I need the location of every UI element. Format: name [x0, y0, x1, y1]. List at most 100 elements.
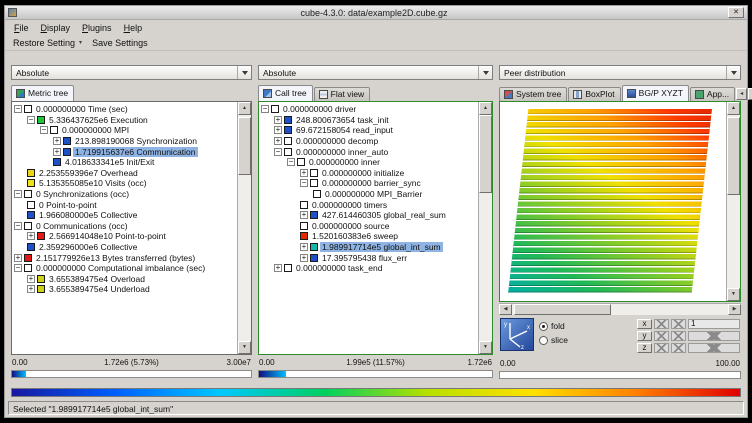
menu-plugins[interactable]: Plugins [76, 22, 118, 34]
tree-expander[interactable]: − [274, 148, 282, 156]
dim-spin-cell[interactable] [671, 319, 686, 329]
tree-item-label[interactable]: 0.000000000 source [310, 221, 392, 231]
tree-expander[interactable]: − [27, 116, 35, 124]
tab-metric-tree[interactable]: Metric tree [11, 85, 74, 101]
topology-canvas[interactable] [500, 102, 726, 301]
scroll-up-button[interactable]: ▲ [727, 102, 740, 115]
tree-expander[interactable]: + [300, 254, 308, 262]
scroll-down-button[interactable]: ▼ [479, 341, 492, 354]
tab-scroll-left-button[interactable]: ◂ [736, 88, 747, 100]
tree-expander[interactable]: + [300, 243, 308, 251]
tree-item-label[interactable]: 0.000000000 driver [281, 104, 358, 114]
tree-expander[interactable]: − [14, 222, 22, 230]
dim-value-cell[interactable]: 1 [688, 319, 740, 329]
call-tree[interactable]: − 0.000000000 driver +248.800673654 task_i… [259, 102, 478, 354]
tree-item-label[interactable]: 0 Synchronizations (occ) [34, 189, 131, 199]
tree-item-label[interactable]: 213.898190068 Synchronization [73, 136, 199, 146]
tree-expander[interactable]: + [53, 148, 61, 156]
call-vertical-scrollbar[interactable]: ▲ ▼ [478, 102, 492, 354]
dim-spin-cell[interactable] [654, 331, 669, 341]
tree-item-label[interactable]: 2.253559396e7 Overhead [37, 168, 140, 178]
tree-item-label[interactable]: 3.655389475e4 Underload [47, 284, 152, 294]
tree-item-label[interactable]: 5.135355085e10 Visits (occ) [37, 178, 149, 188]
tree-item-label[interactable]: 2.566914048e10 Point-to-point [47, 231, 168, 241]
tree-expander[interactable]: + [300, 211, 308, 219]
tree-item-label[interactable]: 427.614460305 global_real_sum [320, 210, 448, 220]
scrollbar-thumb[interactable] [479, 115, 492, 193]
tree-expander[interactable]: − [287, 158, 295, 166]
tree-item-label[interactable]: 0.000000000 inner_auto [294, 147, 390, 157]
menu-display[interactable]: Display [35, 22, 77, 34]
slice-radio[interactable] [539, 336, 548, 345]
close-button[interactable]: ✕ [728, 7, 744, 18]
scrollbar-thumb[interactable] [727, 117, 740, 195]
tab-call-tree[interactable]: Call tree [258, 85, 313, 101]
tab-system-tree[interactable]: System tree [499, 87, 567, 101]
scrollbar-track[interactable] [479, 115, 492, 341]
metric-value-mode-combobox[interactable]: Absolute [11, 65, 252, 80]
tree-expander[interactable]: + [274, 116, 282, 124]
toolbar-save-settings-button[interactable]: Save Settings [88, 37, 152, 49]
tree-expander[interactable]: + [274, 264, 282, 272]
dim-button-y[interactable]: y [637, 331, 652, 341]
scrollbar-track[interactable] [238, 115, 251, 341]
tree-expander[interactable]: − [14, 264, 22, 272]
tree-item-label[interactable]: 2.359296000e6 Collective [37, 242, 139, 252]
tab-scroll-right-button[interactable]: ▸ [748, 88, 752, 100]
tree-expander[interactable]: + [27, 275, 35, 283]
tree-expander[interactable]: + [53, 137, 61, 145]
tree-expander[interactable]: − [40, 126, 48, 134]
tree-item-label[interactable]: 2.151779926e13 Bytes transferred (bytes) [34, 253, 197, 263]
tree-item-label[interactable]: 0.000000000 initialize [320, 168, 406, 178]
tree-item-label[interactable]: 1.966080000e5 Collective [37, 210, 139, 220]
tree-item-label[interactable]: 0.000000000 task_end [294, 263, 385, 273]
tree-expander[interactable]: + [14, 254, 22, 262]
tree-item-label[interactable]: 69.672158054 read_input [294, 125, 395, 135]
tree-item-label[interactable]: 0.000000000 Computational imbalance (sec… [34, 263, 207, 273]
topology-view[interactable]: ▲ ▼ [499, 101, 741, 302]
tree-item-label[interactable]: 0.000000000 Time (sec) [34, 104, 130, 114]
tree-expander[interactable]: − [14, 190, 22, 198]
fold-option[interactable]: fold [539, 321, 568, 331]
tree-item-label[interactable]: 0.000000000 barrier_sync [320, 178, 423, 188]
dim-button-z[interactable]: z [637, 343, 652, 353]
tree-item-label[interactable]: 1.719915637e6 Communication [73, 147, 198, 157]
tree-item-label[interactable]: 5.336437625e6 Execution [47, 115, 150, 125]
tab-app[interactable]: App... [690, 87, 735, 101]
tree-item-label[interactable]: 248.800673654 task_init [294, 115, 391, 125]
scrollbar-thumb[interactable] [238, 117, 251, 175]
metric-tree[interactable]: −0.000000000 Time (sec)−5.336437625e6 Ex… [12, 102, 237, 354]
tree-expander[interactable]: − [261, 105, 269, 113]
scrollbar-thumb[interactable] [514, 304, 611, 315]
tree-item-label[interactable]: 0 Point-to-point [37, 200, 99, 210]
topology-horizontal-scrollbar[interactable]: ◀ ▶ [499, 303, 741, 315]
tree-expander[interactable]: + [274, 126, 282, 134]
tab-bg-p-xyzt[interactable]: BG/P XYZT [622, 85, 689, 101]
tree-expander[interactable]: − [14, 105, 22, 113]
tree-expander[interactable]: + [27, 232, 35, 240]
dim-spin-cell[interactable] [671, 331, 686, 341]
scroll-up-button[interactable]: ▲ [238, 102, 251, 115]
menu-file[interactable]: File [8, 22, 35, 34]
topology-vertical-scrollbar[interactable]: ▲ ▼ [726, 102, 740, 301]
dim-value-cell[interactable] [688, 343, 740, 353]
dim-spin-cell[interactable] [671, 343, 686, 353]
scroll-left-button[interactable]: ◀ [499, 304, 512, 315]
fold-radio[interactable] [539, 322, 548, 331]
xyz-axes-icon[interactable]: xyz [500, 318, 534, 351]
scrollbar-track[interactable] [512, 304, 728, 315]
dim-value-cell[interactable] [688, 331, 740, 341]
slice-option[interactable]: slice [539, 335, 568, 345]
tree-item-label[interactable]: 1.989917714e5 global_int_sum [320, 242, 443, 252]
tree-item-label[interactable]: 0.000000000 decomp [294, 136, 380, 146]
menu-help[interactable]: Help [118, 22, 149, 34]
tree-item-label[interactable]: 0.000000000 MPI [60, 125, 131, 135]
scroll-right-button[interactable]: ▶ [728, 304, 741, 315]
tree-item-label[interactable]: 1.520160383e6 sweep [310, 231, 400, 241]
titlebar[interactable]: cube-4.3.0: data/example2D.cube.gz ✕ [5, 6, 747, 20]
scroll-down-button[interactable]: ▼ [238, 341, 251, 354]
tree-item-label[interactable]: 0.000000000 inner [307, 157, 382, 167]
tree-expander[interactable]: + [27, 285, 35, 293]
dim-button-x[interactable]: x [637, 319, 652, 329]
tab-boxplot[interactable]: BoxPlot [568, 87, 620, 101]
